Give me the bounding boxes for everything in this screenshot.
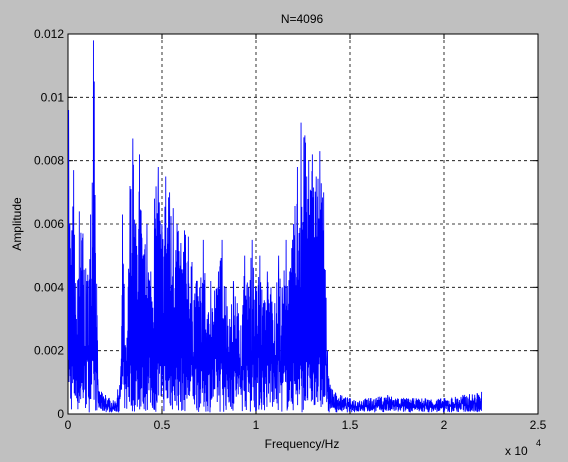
x-tick-label: 0.5 (154, 418, 171, 432)
x-tick-label: 1.5 (342, 418, 359, 432)
y-axis-label: Amplitude (10, 197, 24, 251)
x-exponent-label: x 10 (505, 444, 528, 458)
y-tick-label: 0.004 (34, 280, 64, 294)
y-tick-label: 0.008 (34, 154, 64, 168)
x-exponent-power: 4 (536, 438, 541, 448)
x-tick-label: 1 (253, 418, 260, 432)
chart-figure: 0 0.5 1 1.5 2 2.5 0 0.002 0.004 0.006 0.008 0.01 0.0… (0, 0, 568, 462)
y-tick-label: 0.012 (34, 27, 64, 41)
x-tick-label: 2.5 (530, 418, 547, 432)
y-tick-label: 0.006 (34, 217, 64, 231)
y-tick-label: 0.002 (34, 344, 64, 358)
chart-title: N=4096 (281, 12, 324, 26)
y-tick-label: 0.01 (41, 90, 65, 104)
x-axis-label: Frequency/Hz (265, 437, 340, 451)
x-tick-label: 0 (65, 418, 72, 432)
x-tick-label: 2 (441, 418, 448, 432)
y-tick-label: 0 (57, 407, 64, 421)
